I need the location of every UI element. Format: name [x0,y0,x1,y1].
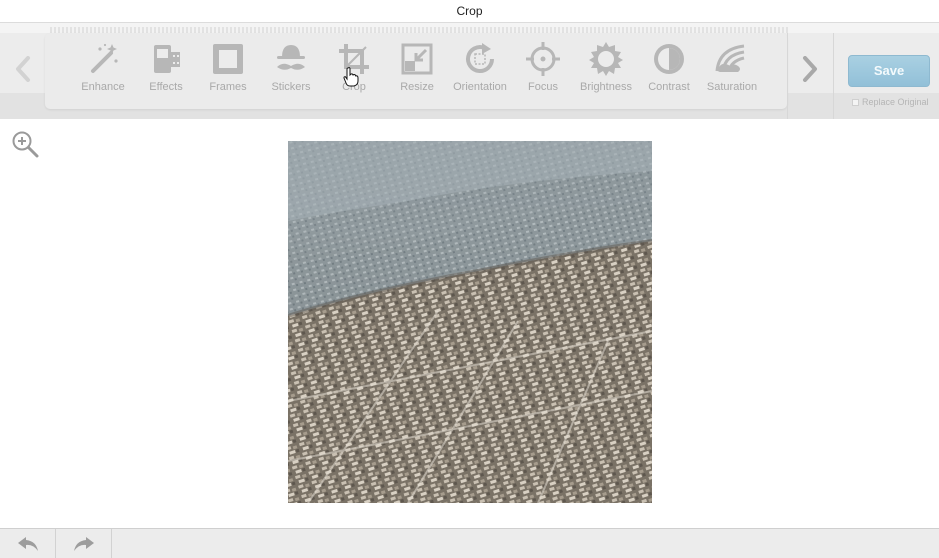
image-canvas[interactable] [0,120,939,528]
tool-effects[interactable]: Effects [135,41,197,103]
pointer-hand-icon [343,67,359,87]
replace-original-option[interactable]: Replace Original [852,97,929,107]
tool-label: Focus [528,81,558,93]
tool-label: Enhance [81,81,125,93]
resize-icon [401,43,433,75]
editor-toolbar: Enhance Effects Frames Stickers Crop Res… [0,23,939,119]
tool-label: Resize [400,81,434,93]
undo-button[interactable] [0,529,56,558]
tool-label: Contrast [648,81,690,93]
tool-brightness[interactable]: Brightness [575,41,637,103]
mustache-hat-icon [277,45,305,70]
city-aerial-photo [288,141,652,503]
tool-label: Frames [209,81,247,93]
tool-focus[interactable]: Focus [512,41,574,103]
previous-tools-button[interactable] [9,49,37,89]
tool-orientation[interactable]: Orientation [449,41,511,103]
replace-original-checkbox[interactable] [852,99,859,106]
film-strip-icon [154,45,180,73]
edited-photo[interactable] [288,141,652,503]
redo-button[interactable] [56,529,112,558]
tool-label: Orientation [453,81,507,93]
tool-frames[interactable]: Frames [197,41,259,103]
chevron-left-icon [16,56,30,82]
zoom-in-icon[interactable] [10,129,40,159]
chevron-right-icon [803,56,817,82]
save-button[interactable]: Save [848,55,930,87]
next-tools-button[interactable] [796,49,824,89]
tool-enhance[interactable]: Enhance [72,41,134,103]
tool-contrast[interactable]: Contrast [638,41,700,103]
tool-label: Stickers [271,81,311,93]
frame-icon [213,44,243,74]
replace-original-label: Replace Original [862,97,929,107]
tool-resize[interactable]: Resize [386,41,448,103]
magic-wand-icon [91,43,118,73]
tool-label: Saturation [706,81,758,93]
focus-target-icon [526,42,560,76]
redo-icon [73,537,94,551]
bottom-bar [0,528,939,558]
window-title: Crop [0,0,939,23]
sun-icon [589,42,623,76]
tool-stickers[interactable]: Stickers [260,41,322,103]
undo-icon [17,537,38,551]
tool-label: Effects [149,81,183,93]
tool-saturation[interactable]: Saturation [701,41,763,103]
contrast-icon [654,44,684,74]
tool-label: Brightness [580,81,632,93]
rotate-icon [466,43,494,73]
rainbow-icon [715,44,745,72]
